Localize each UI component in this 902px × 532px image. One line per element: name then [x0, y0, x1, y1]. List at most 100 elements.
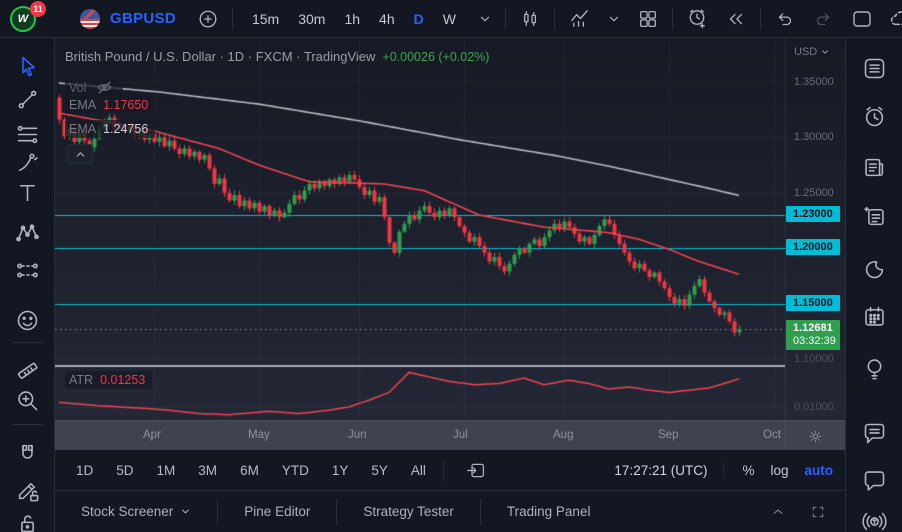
- undo-icon[interactable]: [771, 5, 799, 33]
- tool-magnet[interactable]: [14, 440, 41, 467]
- tool-trend-line[interactable]: [14, 86, 41, 113]
- axis-level-label-1.23000: 1.23000: [786, 206, 840, 222]
- month-label-jun: Jun: [348, 429, 367, 441]
- account-cluster: Wealthy Educ...: [847, 3, 902, 35]
- economic-calendar-icon[interactable]: [861, 303, 888, 330]
- range-1m[interactable]: 1M: [148, 459, 185, 482]
- range-group: 1D5D 1M3M6MYTD1Y5YAll: [67, 459, 435, 482]
- right-sidebar: [845, 38, 902, 532]
- range-3m[interactable]: 3M: [189, 459, 226, 482]
- axis-tick-1.10000: 1.10000: [794, 353, 834, 365]
- snapshot-frame-icon[interactable]: [847, 4, 877, 34]
- add-symbol-plus-icon[interactable]: [194, 5, 222, 33]
- tool-brush[interactable]: [14, 150, 41, 177]
- scale-percent[interactable]: %: [742, 463, 754, 478]
- timeframe-w[interactable]: W: [438, 8, 461, 30]
- range-ytd[interactable]: YTD: [273, 459, 318, 482]
- public-chats-icon[interactable]: [861, 420, 888, 447]
- ideas-lightbulb-icon[interactable]: [861, 355, 888, 382]
- tab-label: Trading Panel: [507, 504, 591, 519]
- tool-emoji[interactable]: [14, 307, 41, 334]
- timeframe-1h[interactable]: 1h: [339, 8, 365, 30]
- chart-title: British Pound / U.S. Dollar · 1D · FXCM …: [65, 49, 489, 64]
- axis-level-label-1.15000: 1.15000: [786, 295, 840, 311]
- axis-currency-selector[interactable]: USD: [794, 46, 830, 58]
- range-5y[interactable]: 5Y: [362, 459, 397, 482]
- layout-grid-icon[interactable]: [634, 5, 662, 33]
- axis-last-price-label: 1.1268103:32:39: [786, 320, 840, 350]
- tool-fib-retracement[interactable]: [14, 121, 41, 148]
- alert-clock-plus-icon[interactable]: [683, 4, 712, 33]
- axis-tick-1.35000: 1.35000: [794, 76, 834, 88]
- bar-replay-icon[interactable]: [722, 5, 750, 33]
- tab-pine-editor[interactable]: Pine Editor: [218, 491, 336, 532]
- indicators-chevron-down-icon[interactable]: [604, 9, 624, 29]
- session-clock[interactable]: 17:27:21 (UTC): [614, 463, 723, 478]
- hotlists-icon[interactable]: [861, 255, 888, 282]
- bottom-range-toolbar: 1D5D 1M3M6MYTD1Y5YAll 17:27:21 (UTC) % log…: [55, 450, 845, 490]
- indicators-icon[interactable]: [565, 4, 594, 33]
- timeframe-4h[interactable]: 4h: [374, 8, 400, 30]
- time-axis[interactable]: AprMayJunJulAugSepOct: [55, 420, 845, 450]
- panel-expand-chevron-up-icon[interactable]: [767, 501, 789, 523]
- tool-zoom-in[interactable]: [14, 387, 41, 414]
- legend-ema-slow[interactable]: EMA 1.24756: [65, 120, 155, 138]
- scale-buttons: % log auto: [723, 463, 833, 478]
- redo-icon[interactable]: [809, 5, 837, 33]
- tool-lock-all[interactable]: [14, 510, 41, 532]
- chart-pane[interactable]: British Pound / U.S. Dollar · 1D · FXCM …: [55, 38, 785, 420]
- tool-xabcd-pattern[interactable]: [14, 220, 41, 247]
- month-label-aug: Aug: [553, 429, 573, 441]
- timeframe-d[interactable]: D: [409, 8, 429, 30]
- news-icon[interactable]: [861, 154, 888, 181]
- legend-atr[interactable]: ATR 0.01253: [65, 371, 152, 389]
- legend-ema-fast[interactable]: EMA 1.17650: [65, 96, 155, 114]
- range-1y[interactable]: 1Y: [323, 459, 358, 482]
- tool-drawing-edit-lock[interactable]: [14, 477, 41, 504]
- price-axis[interactable]: USD 1.350001.300001.250001.100000.010001…: [785, 38, 845, 420]
- range-6m[interactable]: 6M: [231, 459, 268, 482]
- tab-strategy-tester[interactable]: Strategy Tester: [337, 491, 480, 532]
- tab-chevron-down-icon: [180, 506, 191, 517]
- candle-style-icon[interactable]: [516, 5, 544, 33]
- range-all[interactable]: All: [402, 459, 435, 482]
- range-1d[interactable]: 1D: [67, 459, 102, 482]
- tool-cursor[interactable]: [14, 53, 41, 80]
- cloud-save-icon[interactable]: [885, 3, 902, 35]
- timeframe-30m[interactable]: 30m: [293, 8, 330, 30]
- broadcast-icon[interactable]: [861, 508, 888, 532]
- watchlist-icon[interactable]: [861, 55, 888, 82]
- ema-fast-value: 1.17650: [103, 98, 148, 112]
- fullscreen-icon[interactable]: [807, 501, 829, 523]
- tool-measure-ruler[interactable]: [14, 357, 41, 384]
- last-price-value: 1.12681: [793, 322, 840, 335]
- range-5d[interactable]: 5D: [107, 459, 142, 482]
- tab-trading-panel[interactable]: Trading Panel: [481, 491, 617, 532]
- chart-settings-gear-icon[interactable]: [785, 421, 845, 451]
- atr-value: 0.01253: [100, 373, 145, 387]
- tab-label: Strategy Tester: [363, 504, 454, 519]
- scale-log[interactable]: log: [770, 463, 788, 478]
- private-chat-icon[interactable]: [861, 467, 888, 494]
- timeframe-15m[interactable]: 15m: [247, 8, 284, 30]
- tab-label: Pine Editor: [244, 504, 310, 519]
- price-chart-canvas[interactable]: [55, 38, 785, 420]
- ema-slow-value: 1.24756: [103, 122, 148, 136]
- legend-collapse-button[interactable]: [67, 144, 93, 164]
- timeframe-chevron-down-icon[interactable]: [475, 9, 495, 29]
- symbol-description: British Pound / U.S. Dollar · 1D · FXCM …: [65, 49, 375, 64]
- alerts-clock-icon[interactable]: [861, 103, 888, 130]
- month-label-may: May: [248, 429, 270, 441]
- scale-auto[interactable]: auto: [805, 463, 834, 478]
- go-to-date-icon[interactable]: [462, 457, 489, 484]
- tab-stock-screener[interactable]: Stock Screener: [55, 491, 217, 532]
- account-menu-button[interactable]: W 11: [10, 4, 44, 34]
- text-notes-icon[interactable]: [861, 203, 888, 230]
- tool-text[interactable]: [14, 179, 41, 206]
- drawing-toolbar: [0, 38, 55, 532]
- symbol-search-button[interactable]: GBPUSD: [110, 10, 176, 27]
- tradingview-app: W 11 GBPUSD 15m 30m 1h 4h DW: [0, 0, 902, 532]
- tool-long-position[interactable]: [14, 257, 41, 284]
- timeframe-group: 15m 30m 1h 4h DW: [247, 8, 461, 30]
- axis-tick-0.01000: 0.01000: [794, 401, 834, 413]
